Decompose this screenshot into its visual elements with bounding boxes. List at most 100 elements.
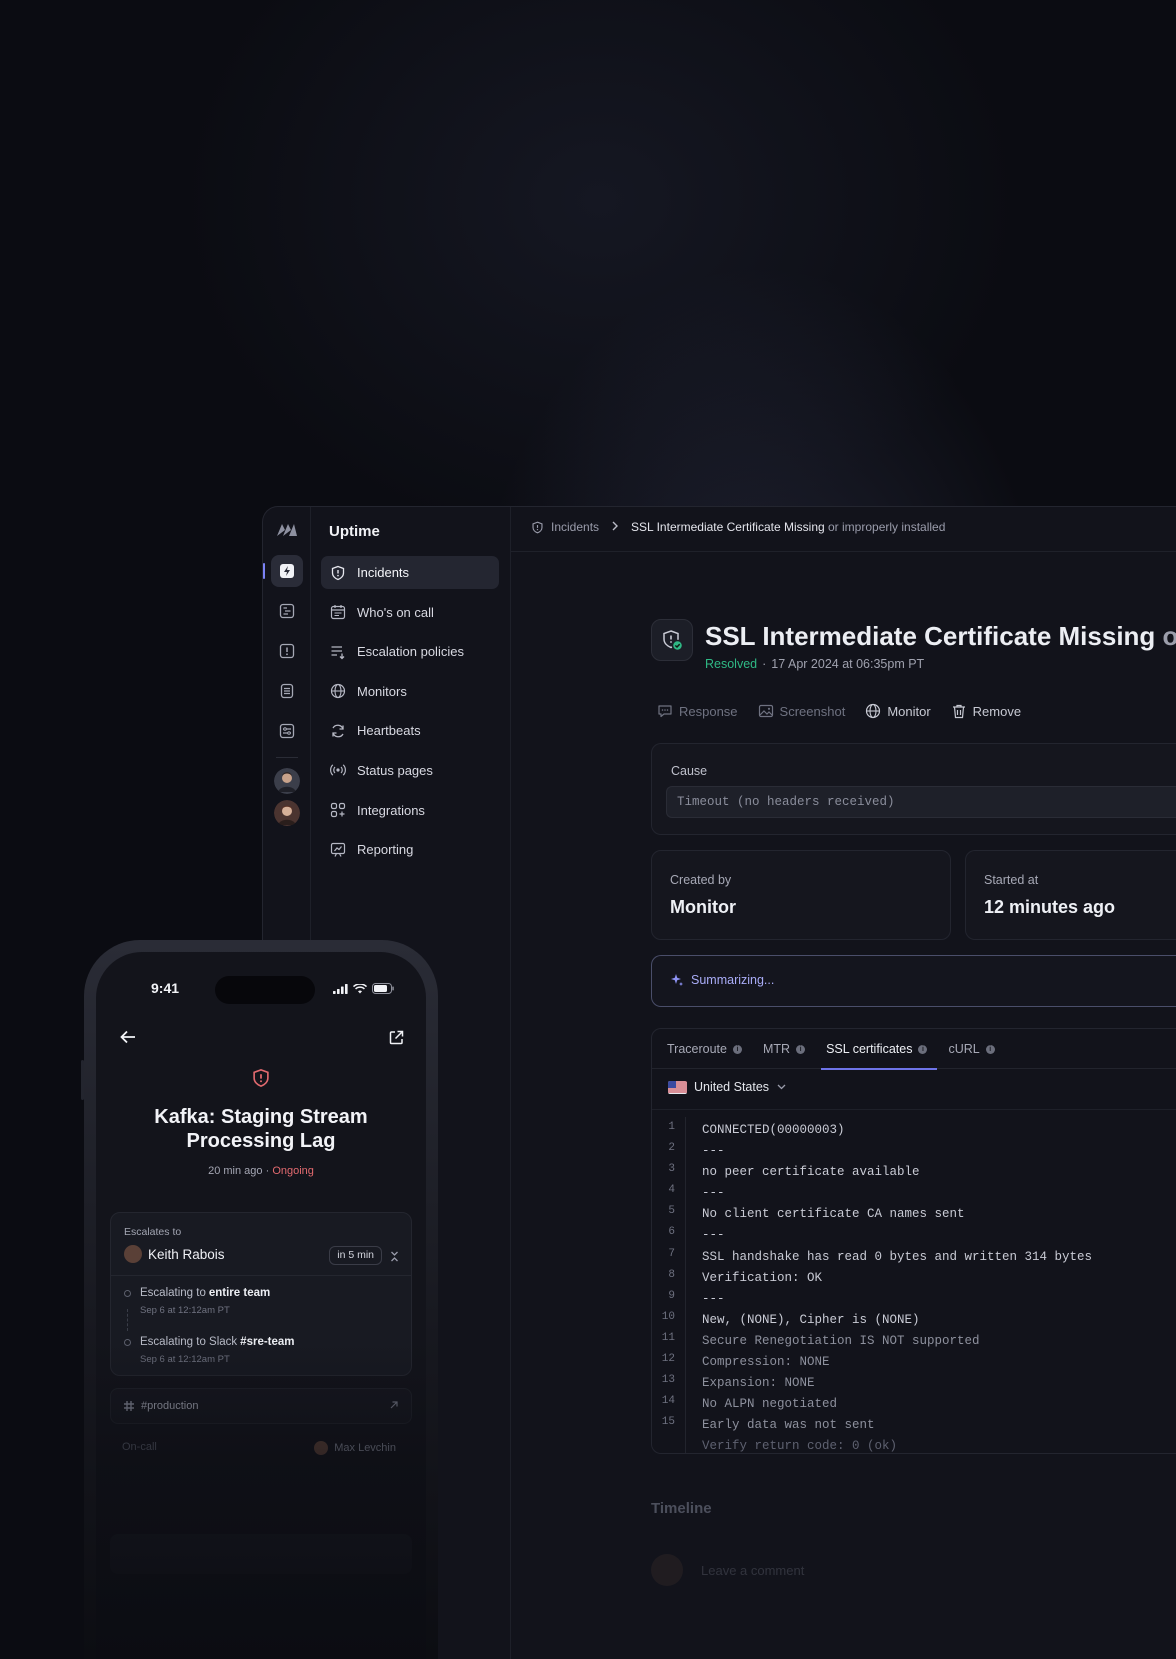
line-number: 12 <box>661 1353 675 1366</box>
code-line: --- <box>702 1144 725 1159</box>
user-avatar-2[interactable] <box>273 800 300 826</box>
line-number: 5 <box>668 1205 675 1218</box>
line-number: 6 <box>668 1226 675 1239</box>
sidebar-item-label: Heartbeats <box>357 723 421 739</box>
arrow-up-right-icon <box>389 1400 399 1413</box>
tab-mtr[interactable]: MTR i <box>762 1029 806 1069</box>
collapse-icon[interactable] <box>390 1249 399 1267</box>
sparkles-icon <box>670 973 684 987</box>
sidebar-item-reporting[interactable]: Reporting <box>321 833 499 866</box>
step-connector <box>127 1309 128 1331</box>
step-prefix: Escalating to Slack <box>140 1336 238 1348</box>
line-number: 8 <box>668 1268 675 1281</box>
tab-label: MTR <box>762 1042 791 1056</box>
rail-settings-button[interactable] <box>271 715 303 747</box>
sidebar-item-label: Incidents <box>357 565 410 580</box>
sidebar-item-escalation-policies[interactable]: Escalation policies <box>321 635 499 668</box>
phone-incident-meta: 20 min ago · Ongoing <box>96 1165 426 1177</box>
line-numbers: 1 2 3 4 5 6 7 8 9 10 11 12 13 14 15 <box>652 1117 686 1453</box>
avatar <box>314 1441 329 1455</box>
app-title: Uptime <box>329 523 380 540</box>
line-number: 14 <box>661 1395 675 1408</box>
slack-channel-link[interactable]: #production <box>110 1388 412 1424</box>
external-link-icon[interactable] <box>389 1030 404 1050</box>
line-number: 15 <box>661 1416 675 1429</box>
sidebar-item-label: Who's on call <box>357 604 434 620</box>
sidebar-item-status-pages[interactable]: Status pages <box>321 754 499 787</box>
battery-icon <box>372 981 394 999</box>
rail-alerts-button[interactable] <box>271 635 303 667</box>
line-number: 2 <box>668 1142 675 1155</box>
status-bar: 9:41 <box>96 976 426 1004</box>
breadcrumb: Incidents SSL Intermediate Certificate M… <box>531 519 945 535</box>
globe-icon <box>865 703 881 719</box>
user-avatar-1[interactable] <box>273 768 300 794</box>
comment-input[interactable]: Leave a comment <box>701 1563 804 1578</box>
info-icon: i <box>732 1044 742 1054</box>
escalates-user-name: Keith Rabois <box>148 1246 225 1262</box>
sidebar-item-whos-on-call[interactable]: Who's on call <box>321 596 499 629</box>
started-at-label: Started at <box>984 873 1039 887</box>
incident-title-main: SSL Intermediate Certificate Missing <box>705 621 1156 651</box>
tab-ssl-certificates[interactable]: SSL certificates i <box>821 1029 938 1070</box>
sidebar-item-monitors[interactable]: Monitors <box>321 675 499 708</box>
phone-screen: 9:41 Kafka: Staging Stream Processing La… <box>96 952 426 1659</box>
oncall-user: Max Levchin <box>314 1441 396 1455</box>
started-at-value: 12 minutes ago <box>984 897 1116 917</box>
line-number: 13 <box>661 1374 675 1387</box>
header-divider <box>511 551 1176 552</box>
signal-icon <box>333 981 348 999</box>
tab-curl[interactable]: cURL i <box>948 1029 995 1069</box>
sidebar-item-label: Integrations <box>357 802 425 818</box>
breadcrumb-current-rest: or improperly installed <box>824 520 946 534</box>
monitor-button[interactable]: Monitor <box>865 703 931 719</box>
incident-title: SSL Intermediate Certificate Missing or <box>705 621 1176 661</box>
sidebar-item-heartbeats[interactable]: Heartbeats <box>321 714 499 747</box>
calendar-icon <box>330 604 346 620</box>
channel-name: #production <box>141 1400 199 1412</box>
line-number: 11 <box>661 1331 675 1344</box>
remove-button[interactable]: Remove <box>951 703 1021 719</box>
rail-incidents-button[interactable] <box>263 555 303 587</box>
code-line: New, (NONE), Cipher is (NONE) <box>702 1312 920 1327</box>
incident-status-badge <box>651 619 693 661</box>
created-by-card: Created by Monitor <box>651 850 951 940</box>
monitor-button-label: Monitor <box>887 703 931 719</box>
breadcrumb-root-link[interactable]: Incidents <box>551 520 599 534</box>
chevron-down-icon <box>777 1084 786 1090</box>
meta-separator: · <box>262 1165 273 1177</box>
response-button-label: Response <box>679 703 738 719</box>
phone-incident-title: Kafka: Staging Stream Processing Lag <box>154 1106 368 1152</box>
tab-traceroute[interactable]: Traceroute i <box>667 1029 742 1069</box>
code-line: SSL handshake has read 0 bytes and writt… <box>702 1249 1093 1264</box>
response-button[interactable]: Response <box>657 703 738 719</box>
sidebar-item-label: Reporting <box>357 842 414 858</box>
chevron-right-icon <box>611 520 619 534</box>
rail-tasks-button[interactable] <box>271 595 303 627</box>
rail-logs-button[interactable] <box>271 675 303 707</box>
step-time: Sep 6 at 12:12am PT <box>140 1354 230 1365</box>
sidebar-item-integrations[interactable]: Integrations <box>321 794 499 827</box>
sidebar-item-incidents[interactable]: Incidents <box>321 556 499 589</box>
info-icon: i <box>985 1044 995 1054</box>
incident-header: SSL Intermediate Certificate Missing or <box>651 619 1176 661</box>
region-select[interactable]: United States <box>668 1080 786 1094</box>
code-line: No ALPN negotiated <box>702 1397 838 1412</box>
code-line: Verification: OK <box>702 1270 823 1285</box>
image-icon <box>758 703 774 719</box>
database-icon <box>280 683 293 699</box>
incident-actions: Response Screenshot Monitor Remove <box>657 703 1041 719</box>
screenshot-button[interactable]: Screenshot <box>758 703 845 719</box>
ai-summary-card: Summarizing... <box>651 955 1176 1007</box>
breadcrumb-current-main: SSL Intermediate Certificate Missing <box>631 520 825 534</box>
code-line: --- <box>702 1186 725 1201</box>
phone-action-button[interactable] <box>110 1534 412 1574</box>
tab-label: cURL <box>948 1042 980 1056</box>
back-arrow-icon[interactable] <box>120 1030 136 1050</box>
oncall-label: On-call <box>122 1441 157 1453</box>
sidebar-item-label: Escalation policies <box>357 644 464 660</box>
tab-label: Traceroute <box>667 1042 727 1056</box>
info-icon: i <box>918 1044 928 1054</box>
line-number: 9 <box>668 1289 675 1302</box>
step-dot-icon <box>124 1338 131 1346</box>
